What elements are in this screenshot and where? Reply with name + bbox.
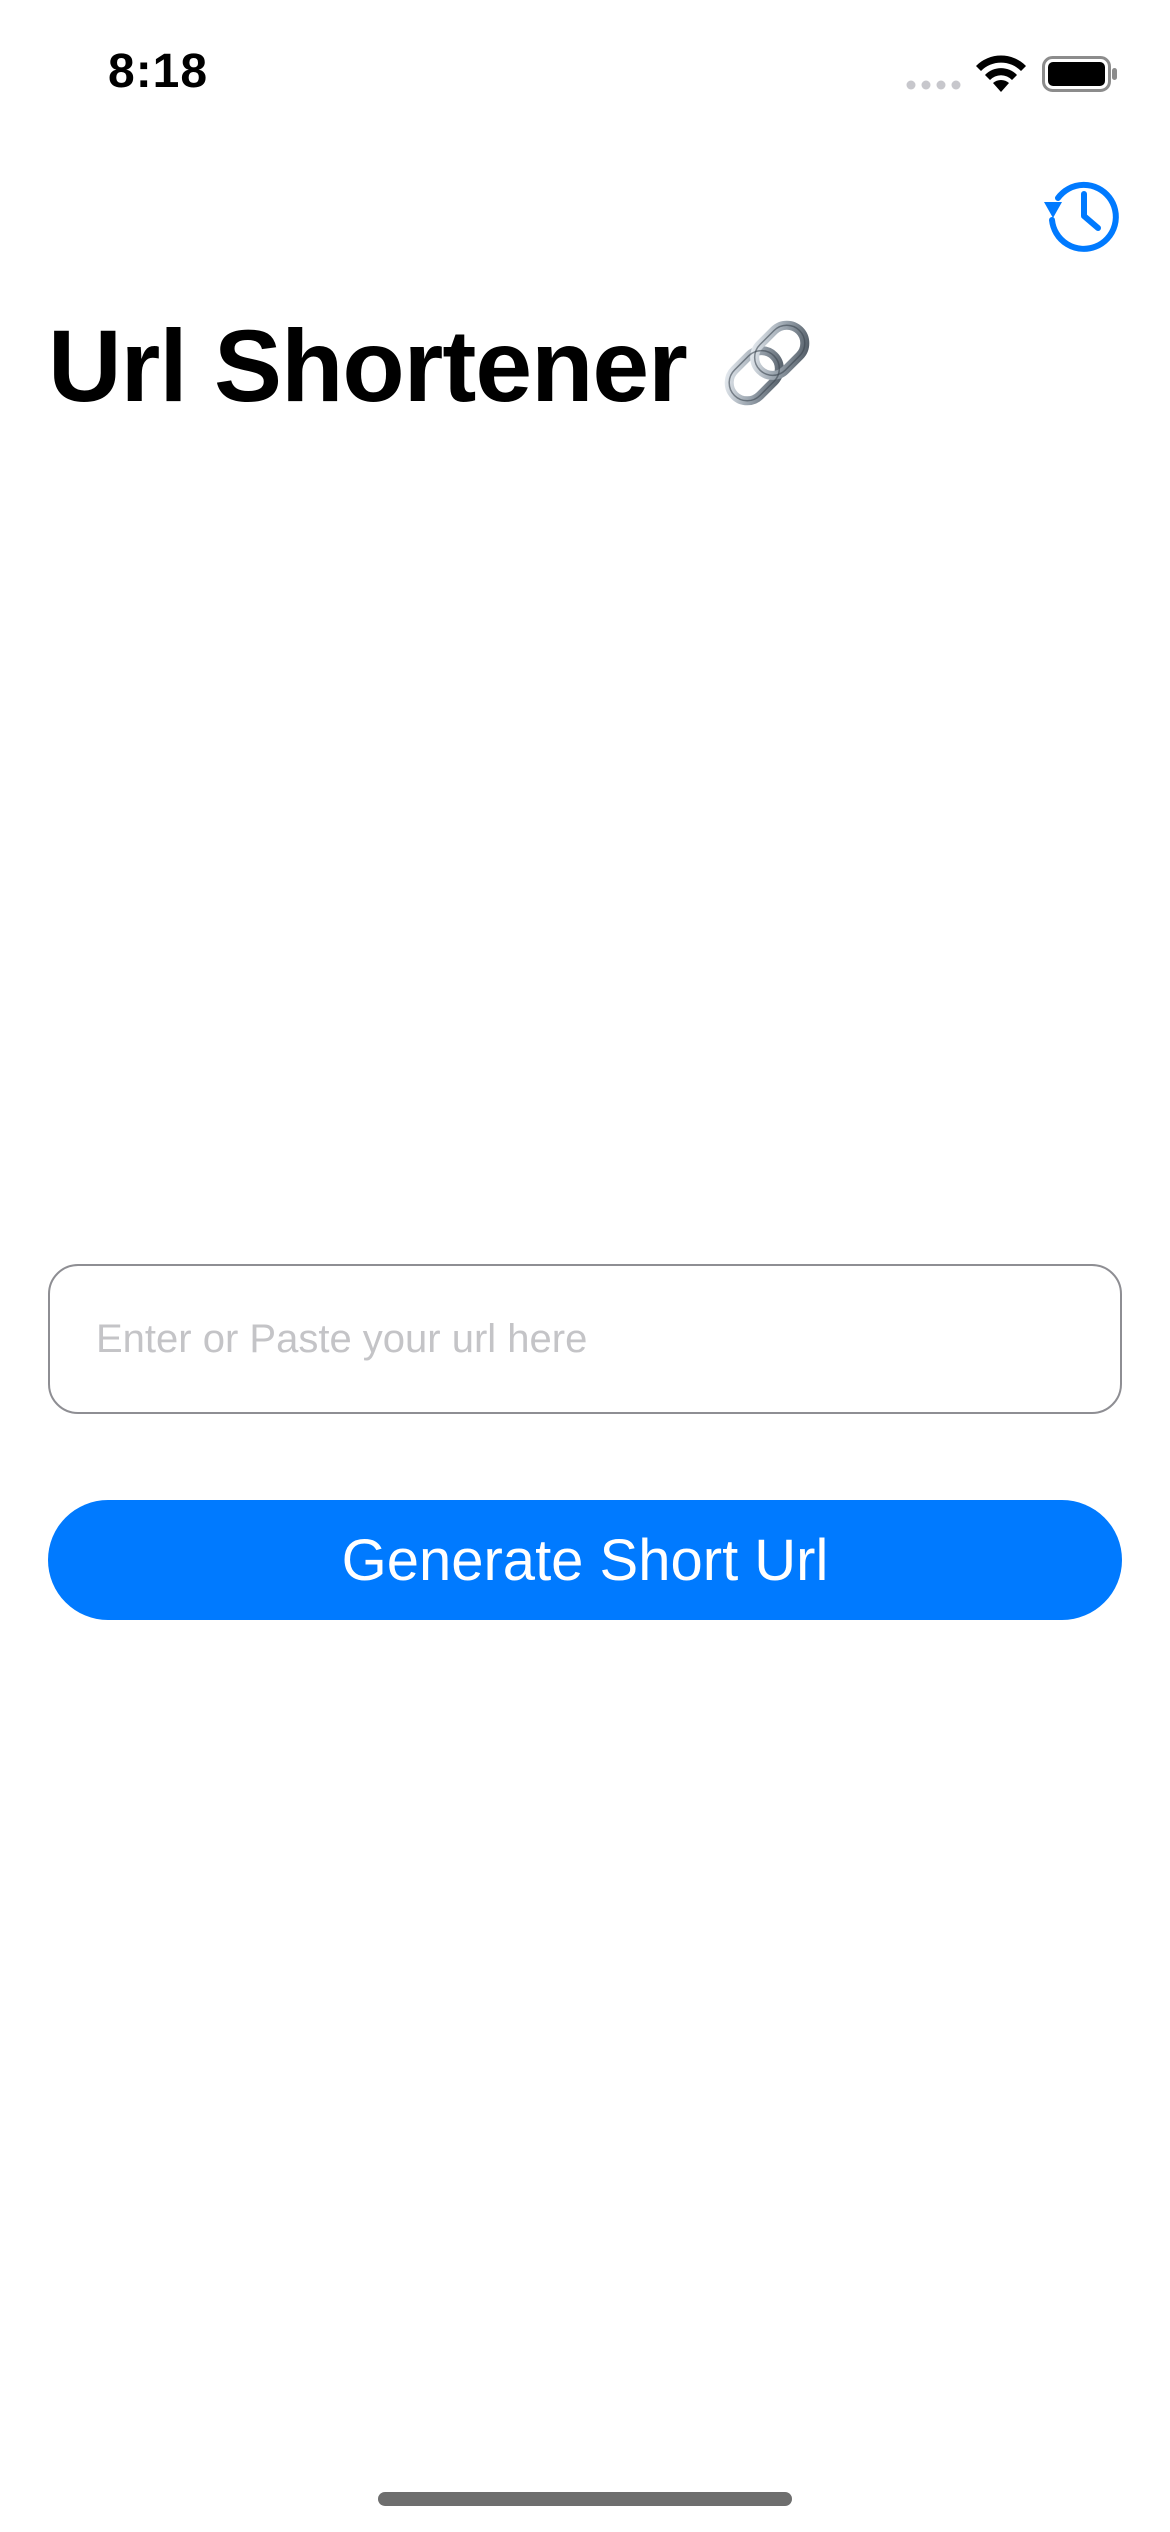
page-title: Url Shortener	[48, 309, 688, 423]
generate-short-url-button[interactable]: Generate Short Url	[48, 1500, 1122, 1620]
title-row: Url Shortener	[48, 306, 821, 426]
url-input[interactable]	[48, 1264, 1122, 1414]
history-button[interactable]	[1040, 172, 1122, 254]
link-emoji-icon	[724, 320, 810, 406]
home-indicator	[378, 2492, 792, 2506]
status-bar: 8:18	[0, 0, 1170, 150]
history-icon	[1044, 181, 1119, 252]
battery-icon	[1042, 56, 1117, 92]
cellular-signal-icon	[906, 80, 961, 90]
status-time: 8:18	[108, 45, 209, 98]
wifi-icon	[976, 55, 1026, 92]
